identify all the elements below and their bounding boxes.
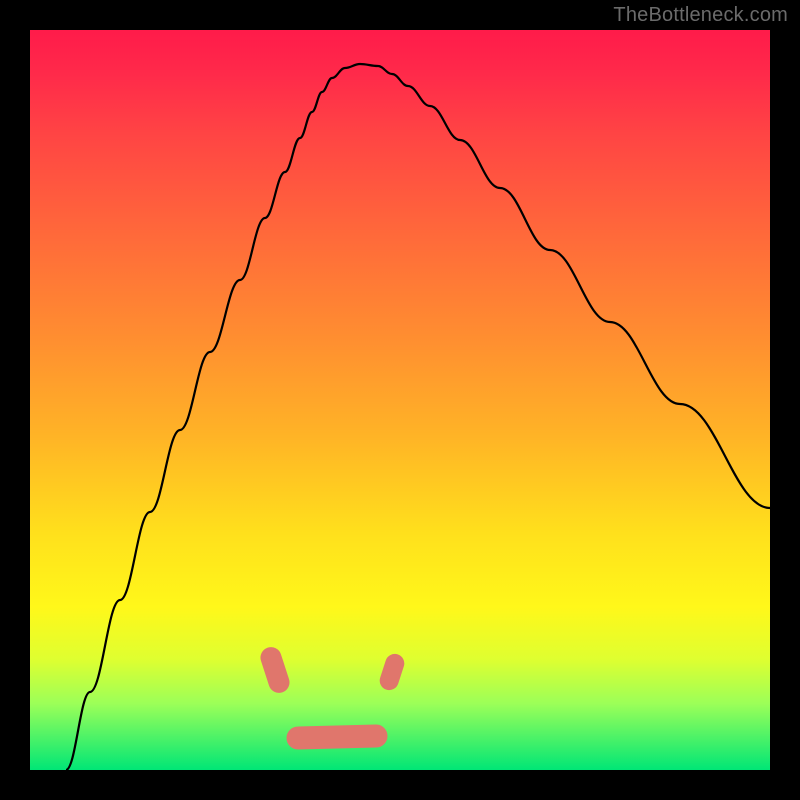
chart-frame: TheBottleneck.com <box>0 0 800 800</box>
blob-left <box>258 645 291 695</box>
bottleneck-curve <box>66 64 770 770</box>
chart-svg <box>30 30 770 770</box>
blob-bottom <box>287 725 387 749</box>
blob-right <box>378 652 406 692</box>
marker-blobs <box>258 645 406 749</box>
watermark-text: TheBottleneck.com <box>613 4 788 27</box>
plot-area <box>30 30 770 770</box>
